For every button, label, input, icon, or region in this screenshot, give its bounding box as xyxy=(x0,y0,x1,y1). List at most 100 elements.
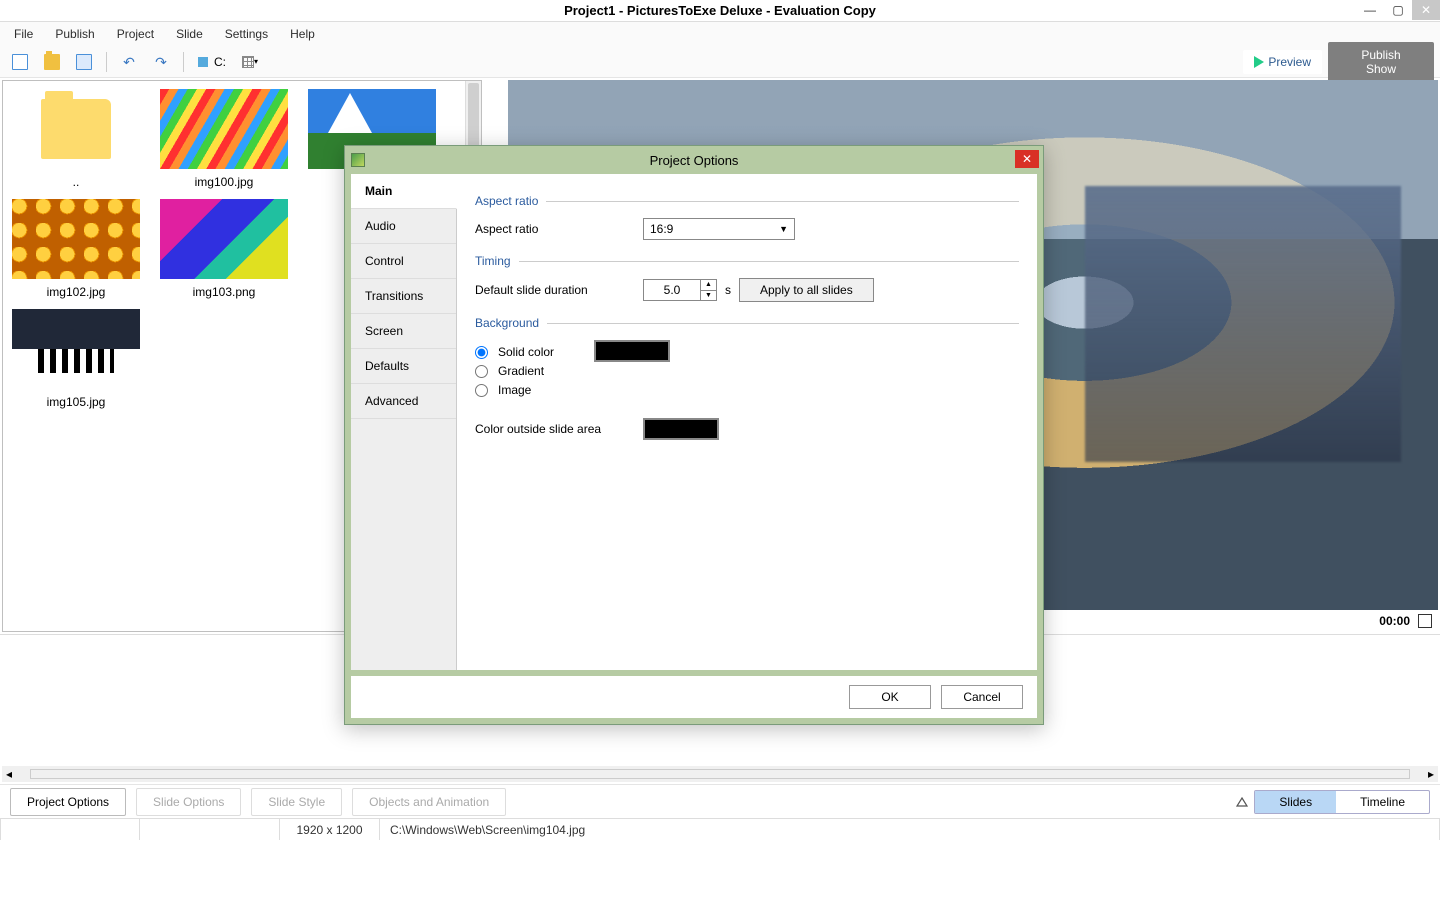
scroll-left-icon[interactable]: ◂ xyxy=(2,767,16,781)
thumb-label: img100.jpg xyxy=(195,175,254,189)
new-file-icon xyxy=(12,54,28,70)
minimize-button[interactable]: — xyxy=(1356,0,1384,20)
outside-color-swatch[interactable] xyxy=(643,418,719,440)
menu-slide[interactable]: Slide xyxy=(166,23,213,45)
separator xyxy=(183,52,184,72)
duration-unit: s xyxy=(725,283,731,297)
file-item[interactable]: img103.png xyxy=(157,199,291,299)
redo-icon: ↷ xyxy=(155,55,167,69)
dialog-close-button[interactable]: ✕ xyxy=(1015,150,1039,168)
redo-button[interactable]: ↷ xyxy=(147,50,175,74)
slide-options-button[interactable]: Slide Options xyxy=(136,788,241,816)
maximize-button[interactable]: ▢ xyxy=(1384,0,1412,20)
ok-button[interactable]: OK xyxy=(849,685,931,709)
bg-image-radio[interactable]: Image xyxy=(475,383,554,397)
preview-button[interactable]: Preview xyxy=(1243,50,1322,74)
section-timing-title: Timing xyxy=(475,254,1019,268)
bg-color-swatch[interactable] xyxy=(594,340,670,362)
dialog-tab-screen[interactable]: Screen xyxy=(351,314,456,349)
dialog-tab-audio[interactable]: Audio xyxy=(351,209,456,244)
separator xyxy=(106,52,107,72)
triangle-icon[interactable] xyxy=(1236,797,1248,807)
menu-help[interactable]: Help xyxy=(280,23,325,45)
thumbnail-image xyxy=(160,199,288,279)
bottom-toolbar: Project Options Slide Options Slide Styl… xyxy=(0,784,1440,818)
duration-input[interactable] xyxy=(644,280,700,300)
dialog-tab-transitions[interactable]: Transitions xyxy=(351,279,456,314)
folder-open-icon xyxy=(44,54,60,70)
radio-input[interactable] xyxy=(475,365,488,378)
view-timeline-tab[interactable]: Timeline xyxy=(1336,791,1429,813)
folder-item-parent[interactable]: .. xyxy=(9,89,143,189)
aspect-ratio-value: 16:9 xyxy=(650,222,673,236)
menu-file[interactable]: File xyxy=(4,23,43,45)
dialog-titlebar[interactable]: Project Options ✕ xyxy=(345,146,1043,174)
grid-icon xyxy=(242,56,254,68)
dialog-tab-defaults[interactable]: Defaults xyxy=(351,349,456,384)
drive-selector[interactable]: C: xyxy=(192,53,232,71)
duration-label: Default slide duration xyxy=(475,283,643,297)
undo-icon: ↶ xyxy=(123,55,135,69)
undo-button[interactable]: ↶ xyxy=(115,50,143,74)
bg-gradient-radio[interactable]: Gradient xyxy=(475,364,554,378)
thumbnail-image xyxy=(12,309,140,389)
menu-publish[interactable]: Publish xyxy=(45,23,104,45)
dialog-body: Main Audio Control Transitions Screen De… xyxy=(345,174,1043,676)
file-item[interactable]: img100.jpg xyxy=(157,89,291,189)
app-logo-icon xyxy=(351,153,365,167)
apply-all-slides-button[interactable]: Apply to all slides xyxy=(739,278,874,302)
drive-icon xyxy=(198,57,208,67)
thumb-label: .. xyxy=(73,175,80,189)
aspect-ratio-label: Aspect ratio xyxy=(475,222,643,236)
bg-gradient-label: Gradient xyxy=(498,364,544,378)
file-item[interactable]: img102.jpg xyxy=(9,199,143,299)
aspect-ratio-combo[interactable]: 16:9 ▼ xyxy=(643,218,795,240)
close-button[interactable]: ✕ xyxy=(1412,0,1440,20)
menu-project[interactable]: Project xyxy=(107,23,164,45)
spin-up-icon[interactable]: ▲ xyxy=(701,280,716,291)
radio-input[interactable] xyxy=(475,346,488,359)
publish-show-button[interactable]: Publish Show xyxy=(1328,42,1434,82)
bg-solid-radio[interactable]: Solid color xyxy=(475,345,554,359)
fullscreen-icon[interactable] xyxy=(1418,614,1432,628)
window-title: Project1 - PicturesToExe Deluxe - Evalua… xyxy=(564,3,876,18)
dialog-tab-main[interactable]: Main xyxy=(351,174,457,209)
statusbar: 1920 x 1200 C:\Windows\Web\Screen\img104… xyxy=(0,818,1440,840)
cancel-button[interactable]: Cancel xyxy=(941,685,1023,709)
bg-solid-label: Solid color xyxy=(498,345,554,359)
menu-settings[interactable]: Settings xyxy=(215,23,278,45)
thumb-label: img105.jpg xyxy=(47,395,106,409)
status-path: C:\Windows\Web\Screen\img104.jpg xyxy=(380,819,1440,840)
preview-time: 00:00 xyxy=(1379,614,1410,628)
file-item[interactable]: img105.jpg xyxy=(9,309,143,409)
scroll-track[interactable] xyxy=(30,769,1410,779)
thumb-label: img103.png xyxy=(193,285,256,299)
thumb-label: img102.jpg xyxy=(47,285,106,299)
section-aspect-title: Aspect ratio xyxy=(475,194,1019,208)
thumbnail-image xyxy=(12,199,140,279)
open-button[interactable] xyxy=(38,50,66,74)
scrollbar-horizontal[interactable]: ◂ ▸ xyxy=(2,766,1438,782)
objects-animation-button[interactable]: Objects and Animation xyxy=(352,788,506,816)
scroll-right-icon[interactable]: ▸ xyxy=(1424,767,1438,781)
menubar: File Publish Project Slide Settings Help xyxy=(0,22,1440,46)
dialog-tab-advanced[interactable]: Advanced xyxy=(351,384,456,419)
save-icon xyxy=(76,54,92,70)
duration-spinner[interactable]: ▲ ▼ xyxy=(643,279,717,301)
view-slides-tab[interactable]: Slides xyxy=(1255,791,1336,813)
new-button[interactable] xyxy=(6,50,34,74)
view-options-button[interactable]: ▾ xyxy=(236,50,264,74)
project-options-button[interactable]: Project Options xyxy=(10,788,126,816)
save-button[interactable] xyxy=(70,50,98,74)
dialog-tab-control[interactable]: Control xyxy=(351,244,456,279)
radio-input[interactable] xyxy=(475,384,488,397)
spin-down-icon[interactable]: ▼ xyxy=(701,291,716,301)
status-cell-blank xyxy=(140,819,280,840)
dialog-title: Project Options xyxy=(650,153,739,168)
slide-style-button[interactable]: Slide Style xyxy=(251,788,342,816)
folder-icon xyxy=(41,99,111,159)
play-icon xyxy=(1254,56,1264,68)
toolbar: ↶ ↷ C: ▾ Preview Publish Show xyxy=(0,46,1440,78)
preview-label: Preview xyxy=(1268,55,1311,69)
thumbnail-image xyxy=(160,89,288,169)
